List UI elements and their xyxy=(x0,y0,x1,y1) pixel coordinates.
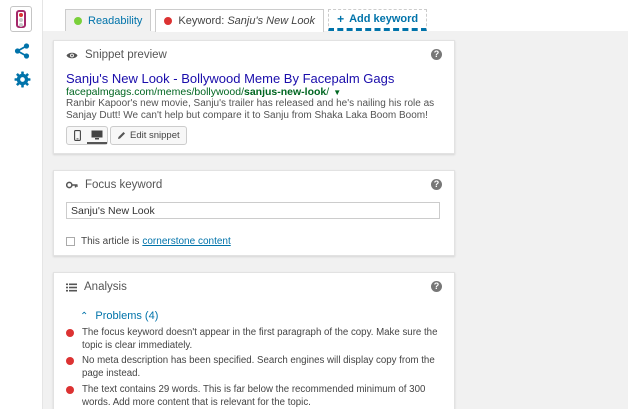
snippet-preview-title: Snippet preview xyxy=(85,49,167,61)
list-item: The text contains 29 words. This is far … xyxy=(66,384,444,409)
readability-status-dot xyxy=(74,16,82,25)
device-toggle xyxy=(66,126,108,145)
snippet-url-slug: sanjus-new-look xyxy=(244,86,327,98)
tab-readability-label: Readability xyxy=(88,14,143,27)
analysis-help-icon[interactable]: ? xyxy=(431,281,442,292)
problem-bullet-icon xyxy=(66,329,74,337)
analysis-title: Analysis xyxy=(84,281,127,293)
mobile-icon xyxy=(73,130,81,141)
tab-keyword-prefix: Keyword: xyxy=(178,15,225,27)
edit-snippet-label: Edit snippet xyxy=(130,130,180,141)
snippet-preview-heading: Snippet preview xyxy=(66,49,167,61)
problem-bullet-icon xyxy=(66,386,74,394)
add-keyword-button[interactable]: + Add keyword xyxy=(328,9,428,31)
cornerstone-prefix: This article is xyxy=(81,236,140,247)
snippet-url-end: / xyxy=(326,86,330,98)
pencil-icon xyxy=(117,131,126,140)
gear-icon xyxy=(14,71,30,87)
tab-bar: Readability Keyword: Sanju's New Look + … xyxy=(65,9,431,32)
cornerstone-checkbox[interactable] xyxy=(66,237,75,246)
tab-readability[interactable]: Readability xyxy=(65,9,152,31)
cornerstone-checkbox-row: This article is cornerstone content xyxy=(66,236,231,247)
desktop-preview-button[interactable] xyxy=(87,127,107,144)
snippet-url-base: facepalmgags.com/memes/bollywood/ xyxy=(66,86,244,98)
problems-toggle[interactable]: ⌃ Problems (4) xyxy=(80,310,158,322)
edit-snippet-button[interactable]: Edit snippet xyxy=(110,126,187,145)
snippet-url[interactable]: facepalmgags.com/memes/bollywood/sanjus-… xyxy=(66,86,341,98)
problems-label: Problems (4) xyxy=(95,310,159,322)
cornerstone-content-link[interactable]: cornerstone content xyxy=(142,236,230,247)
sidebar xyxy=(0,0,42,409)
snippet-seo-title[interactable]: Sanju's New Look - Bollywood Meme By Fac… xyxy=(66,71,394,86)
focus-keyword-input[interactable] xyxy=(66,202,440,219)
plus-icon: + xyxy=(337,12,345,26)
chevron-up-icon: ⌃ xyxy=(80,310,89,322)
focus-keyword-heading: Focus keyword xyxy=(66,179,162,191)
key-icon xyxy=(66,180,78,190)
analysis-heading: Analysis xyxy=(66,281,127,293)
list-icon xyxy=(66,283,77,292)
list-item: The focus keyword doesn't appear in the … xyxy=(66,327,444,352)
tab-keyword[interactable]: Keyword: Sanju's New Look xyxy=(155,9,325,32)
focus-keyword-panel: Focus keyword ? This article is cornerst… xyxy=(53,170,455,256)
focus-keyword-title: Focus keyword xyxy=(85,179,163,191)
traffic-light-icon xyxy=(16,10,26,28)
keyword-status-dot xyxy=(164,17,173,25)
mobile-preview-button[interactable] xyxy=(67,127,87,144)
desktop-icon xyxy=(91,130,103,139)
tab-keyword-value: Sanju's New Look xyxy=(227,15,316,27)
result-text: The text contains 29 words. This is far … xyxy=(82,384,426,408)
problem-bullet-icon xyxy=(66,357,74,365)
add-keyword-label: Add keyword xyxy=(349,13,419,25)
focus-keyword-help-icon[interactable]: ? xyxy=(431,179,442,190)
snippet-preview-panel: Snippet preview ? Sanju's New Look - Bol… xyxy=(53,40,455,154)
eye-icon xyxy=(66,51,78,60)
analysis-panel: Analysis ? ⌃ Problems (4) The focus keyw… xyxy=(53,272,455,409)
share-icon xyxy=(14,43,30,59)
snippet-description[interactable]: Ranbir Kapoor's new movie, Sanju's trail… xyxy=(66,98,446,122)
social-share-button[interactable] xyxy=(9,38,35,64)
result-text: The focus keyword doesn't appear in the … xyxy=(82,327,438,351)
snippet-help-icon[interactable]: ? xyxy=(431,49,442,60)
caret-down-icon: ▼ xyxy=(333,88,342,97)
advanced-settings-button[interactable] xyxy=(9,66,35,92)
result-text: No meta description has been specified. … xyxy=(82,355,435,379)
list-item: No meta description has been specified. … xyxy=(66,355,444,380)
metabox-content: Readability Keyword: Sanju's New Look + … xyxy=(42,0,628,409)
seo-traffic-light-button[interactable] xyxy=(10,6,32,32)
